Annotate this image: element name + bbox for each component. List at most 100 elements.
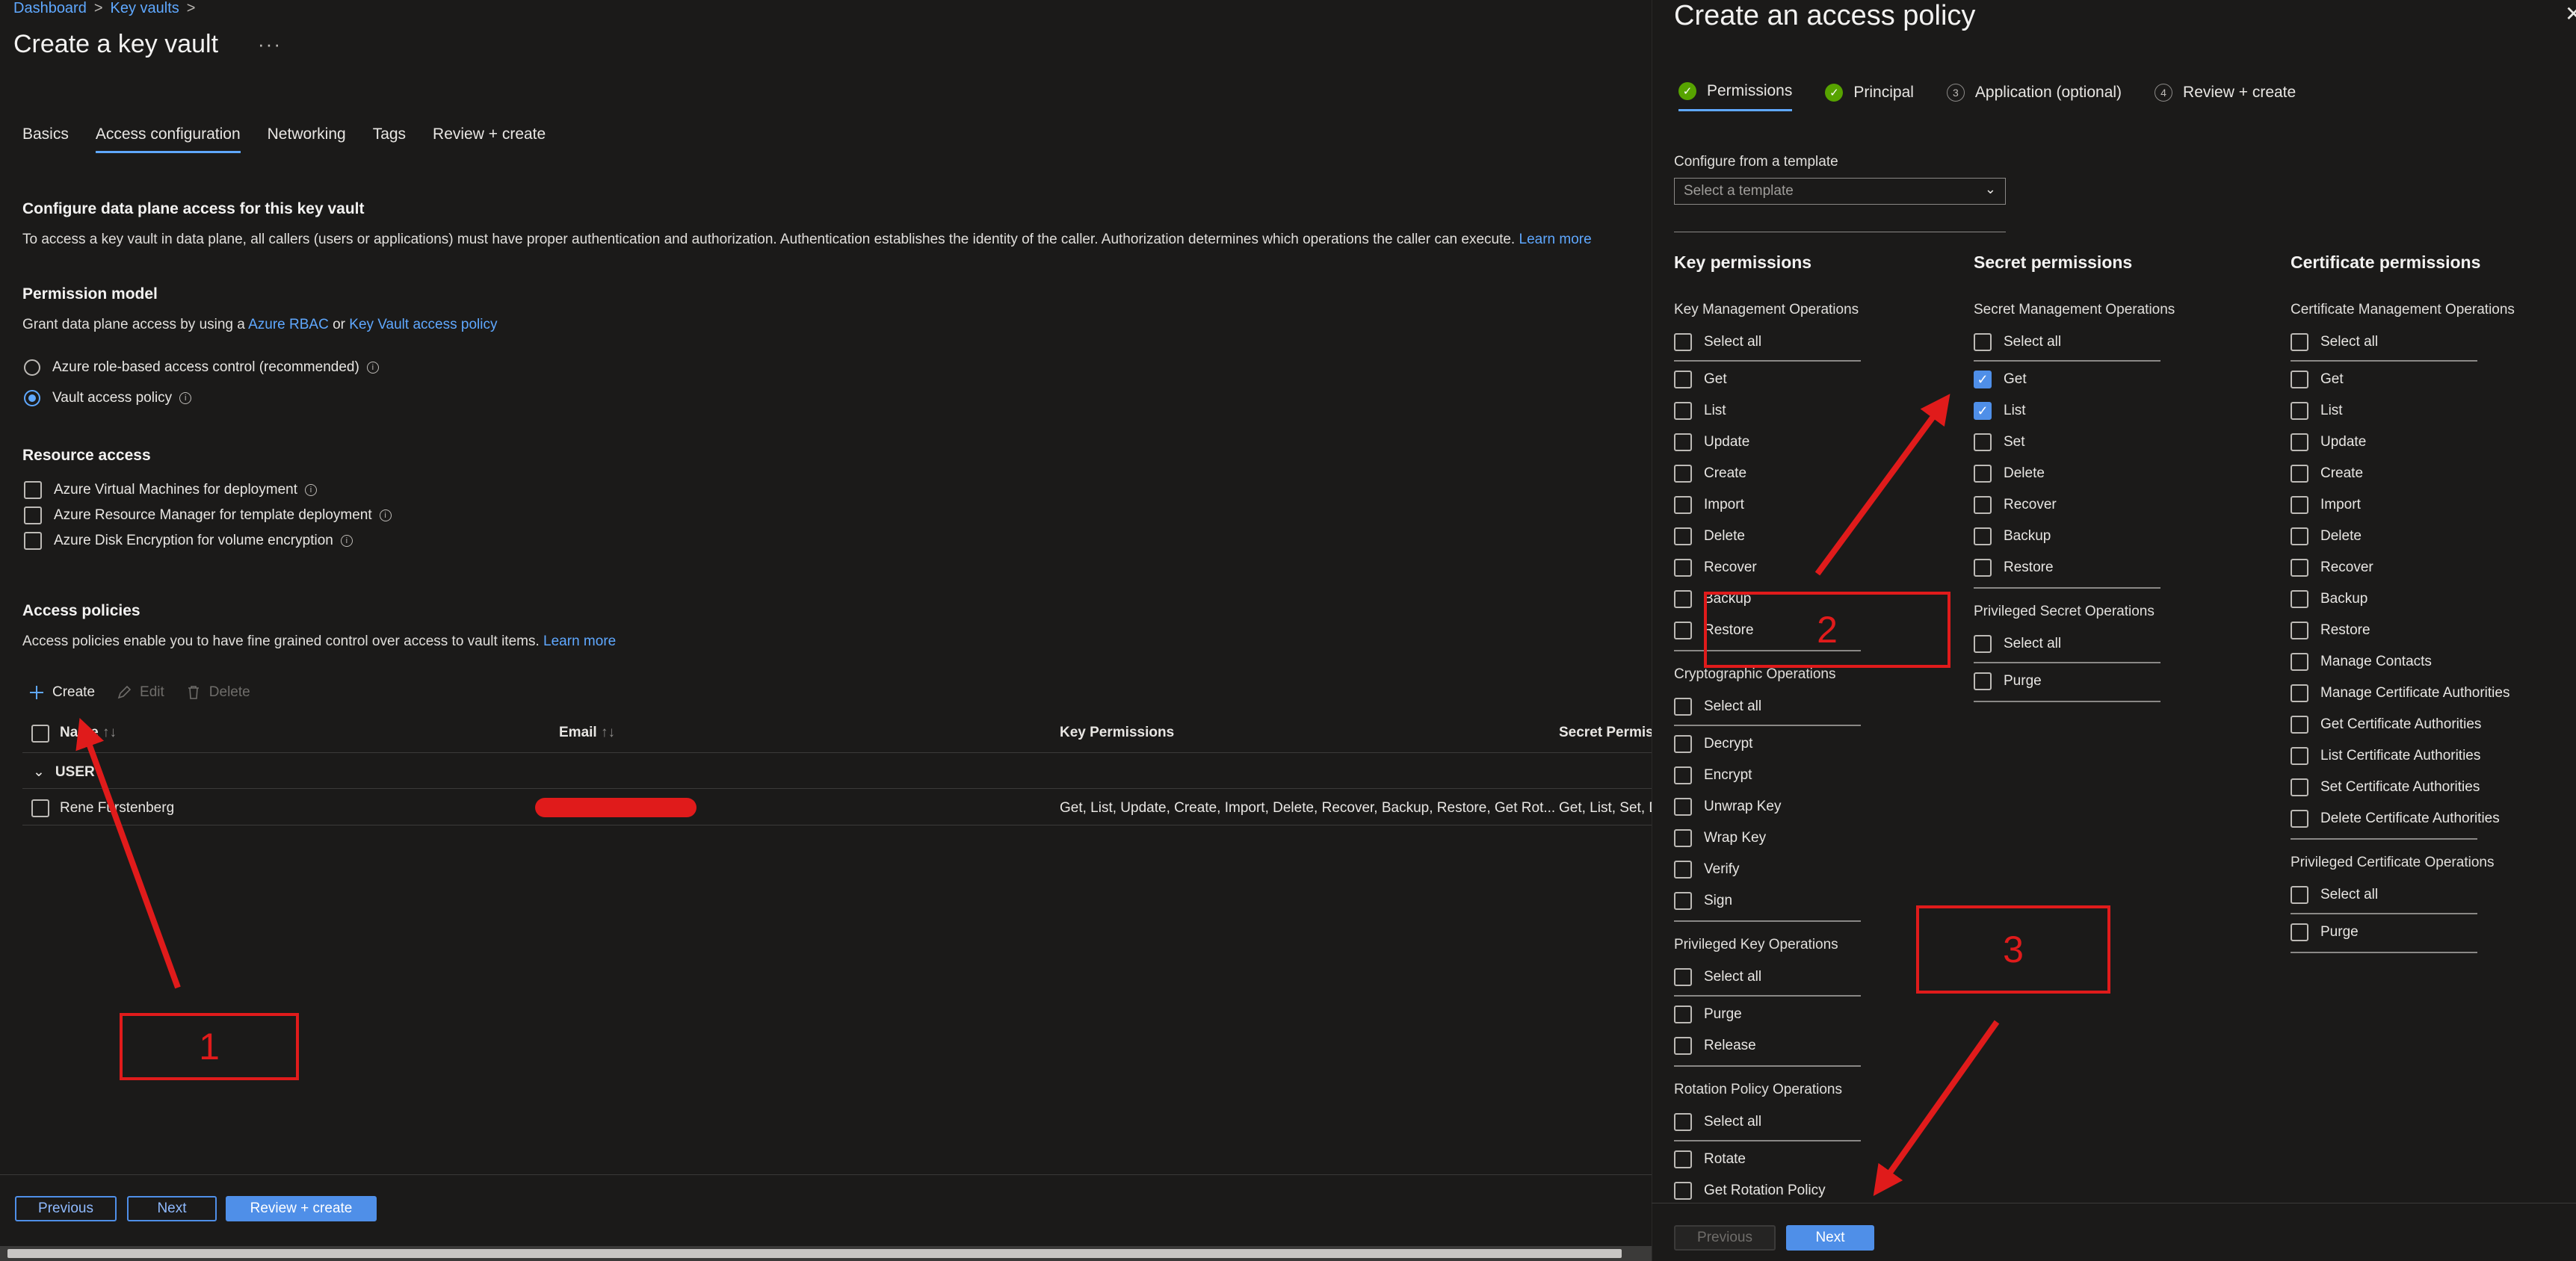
cert-perm-manage-contacts[interactable]: Manage Contacts [2291, 653, 2432, 671]
step-application[interactable]: 3 Application (optional) [1946, 83, 2122, 111]
cert-perm-delete-certificate-authorities[interactable]: Delete Certificate Authorities [2291, 810, 2500, 828]
checkbox[interactable] [1674, 371, 1692, 388]
secret-perm-restore[interactable]: Restore [1974, 559, 2054, 577]
row-checkbox[interactable] [31, 799, 49, 817]
tab-tags[interactable]: Tags [373, 126, 406, 153]
checkbox[interactable] [2291, 527, 2308, 545]
learn-more-link[interactable]: Learn more [1519, 232, 1592, 247]
secret-perm-purge[interactable]: Purge [1974, 672, 2042, 690]
cert-perm-manage-certificate-authorities[interactable]: Manage Certificate Authorities [2291, 684, 2509, 702]
checkbox[interactable] [2291, 433, 2308, 451]
checkbox[interactable] [2291, 810, 2308, 828]
checkbox[interactable] [1674, 861, 1692, 879]
checkbox[interactable] [2291, 622, 2308, 639]
checkbox[interactable] [2291, 778, 2308, 796]
column-header-secret-permissions[interactable]: Secret Permiss [1559, 725, 1661, 741]
secret-perm-list[interactable]: ✓ List [1974, 402, 2026, 420]
column-header-email[interactable]: Email ↑↓ [559, 725, 615, 741]
step-principal[interactable]: ✓ Principal [1825, 83, 1914, 111]
checkbox[interactable] [1674, 968, 1692, 986]
panel-previous-button[interactable]: Previous [1674, 1225, 1776, 1251]
checkbox[interactable] [1974, 433, 1992, 451]
review-create-button[interactable]: Review + create [226, 1196, 377, 1221]
secret-select-all[interactable]: Select all [1974, 635, 2061, 653]
checkbox[interactable] [1674, 798, 1692, 816]
checkbox[interactable] [24, 481, 42, 499]
key-select-all[interactable]: Select all [1674, 333, 1761, 351]
key-perm-get[interactable]: Get [1674, 371, 1727, 388]
key-perm-update[interactable]: Update [1674, 433, 1749, 451]
secret-perm-delete[interactable]: Delete [1974, 465, 2045, 483]
secret-perm-get[interactable]: ✓ Get [1974, 371, 2027, 388]
checkbox[interactable] [1674, 829, 1692, 847]
checkbox-arm-deployment[interactable]: Azure Resource Manager for template depl… [24, 506, 392, 524]
checkbox[interactable] [1974, 672, 1992, 690]
checkbox[interactable] [1674, 698, 1692, 716]
breadcrumb-dashboard[interactable]: Dashboard [13, 0, 87, 16]
key-perm-verify[interactable]: Verify [1674, 861, 1740, 879]
select-all-rows-checkbox[interactable] [31, 725, 49, 743]
checkbox[interactable] [1674, 433, 1692, 451]
chevron-down-icon[interactable]: ⌄ [33, 763, 45, 781]
checkbox[interactable] [2291, 559, 2308, 577]
secret-perm-set[interactable]: Set [1974, 433, 2025, 451]
edit-button[interactable]: Edit [116, 684, 164, 701]
checkbox-vm-deployment[interactable]: Azure Virtual Machines for deployment i [24, 481, 317, 499]
key-perm-unwrap-key[interactable]: Unwrap Key [1674, 798, 1782, 816]
key-perm-wrap-key[interactable]: Wrap Key [1674, 829, 1766, 847]
access-policy-link[interactable]: Key Vault access policy [349, 317, 497, 332]
checkbox[interactable] [1974, 465, 1992, 483]
key-perm-purge[interactable]: Purge [1674, 1006, 1742, 1023]
cert-perm-list[interactable]: List [2291, 402, 2343, 420]
key-perm-create[interactable]: Create [1674, 465, 1746, 483]
checkbox-checked[interactable]: ✓ [1974, 402, 1992, 420]
secret-select-all[interactable]: Select all [1974, 333, 2061, 351]
secret-perm-backup[interactable]: Backup [1974, 527, 2051, 545]
checkbox[interactable] [1674, 1150, 1692, 1168]
tab-basics[interactable]: Basics [22, 126, 69, 153]
close-icon[interactable]: ✕ [2565, 1, 2576, 26]
cert-perm-create[interactable]: Create [2291, 465, 2363, 483]
tab-access-configuration[interactable]: Access configuration [95, 126, 241, 153]
template-dropdown[interactable]: Select a template ⌄ [1674, 178, 2006, 205]
panel-next-button[interactable]: Next [1786, 1225, 1874, 1251]
checkbox[interactable] [1674, 496, 1692, 514]
key-perm-recover[interactable]: Recover [1674, 559, 1757, 577]
checkbox[interactable] [2291, 333, 2308, 351]
key-perm-encrypt[interactable]: Encrypt [1674, 766, 1752, 784]
checkbox[interactable] [1674, 402, 1692, 420]
checkbox-disk-encryption[interactable]: Azure Disk Encryption for volume encrypt… [24, 532, 353, 550]
checkbox[interactable] [1674, 1182, 1692, 1200]
checkbox[interactable] [2291, 590, 2308, 608]
checkbox[interactable] [2291, 716, 2308, 734]
cert-select-all[interactable]: Select all [2291, 886, 2378, 904]
cert-perm-restore[interactable]: Restore [2291, 622, 2370, 639]
next-button[interactable]: Next [127, 1196, 217, 1221]
secret-perm-recover[interactable]: Recover [1974, 496, 2057, 514]
checkbox[interactable] [1674, 1037, 1692, 1055]
delete-button[interactable]: Delete [185, 684, 250, 701]
checkbox[interactable] [1674, 892, 1692, 910]
key-perm-sign[interactable]: Sign [1674, 892, 1732, 910]
radio-button[interactable] [24, 359, 40, 376]
cert-perm-update[interactable]: Update [2291, 433, 2366, 451]
key-perm-import[interactable]: Import [1674, 496, 1744, 514]
key-perm-rotate[interactable]: Rotate [1674, 1150, 1746, 1168]
cert-perm-list-certificate-authorities[interactable]: List Certificate Authorities [2291, 747, 2480, 765]
tab-review-create[interactable]: Review + create [433, 126, 546, 153]
key-select-all[interactable]: Select all [1674, 1113, 1761, 1131]
cert-perm-purge[interactable]: Purge [2291, 923, 2359, 941]
info-icon[interactable]: i [179, 392, 192, 404]
cert-select-all[interactable]: Select all [2291, 333, 2378, 351]
checkbox[interactable] [1674, 559, 1692, 577]
column-header-name[interactable]: Name ↑↓ [60, 725, 117, 741]
cert-perm-get[interactable]: Get [2291, 371, 2344, 388]
info-icon[interactable]: i [304, 484, 317, 496]
key-perm-get-rotation-policy[interactable]: Get Rotation Policy [1674, 1182, 1826, 1200]
checkbox[interactable] [2291, 684, 2308, 702]
checkbox[interactable] [2291, 747, 2308, 765]
info-icon[interactable]: i [379, 509, 392, 521]
checkbox[interactable] [1674, 527, 1692, 545]
cert-perm-import[interactable]: Import [2291, 496, 2361, 514]
learn-more-link[interactable]: Learn more [543, 633, 616, 649]
